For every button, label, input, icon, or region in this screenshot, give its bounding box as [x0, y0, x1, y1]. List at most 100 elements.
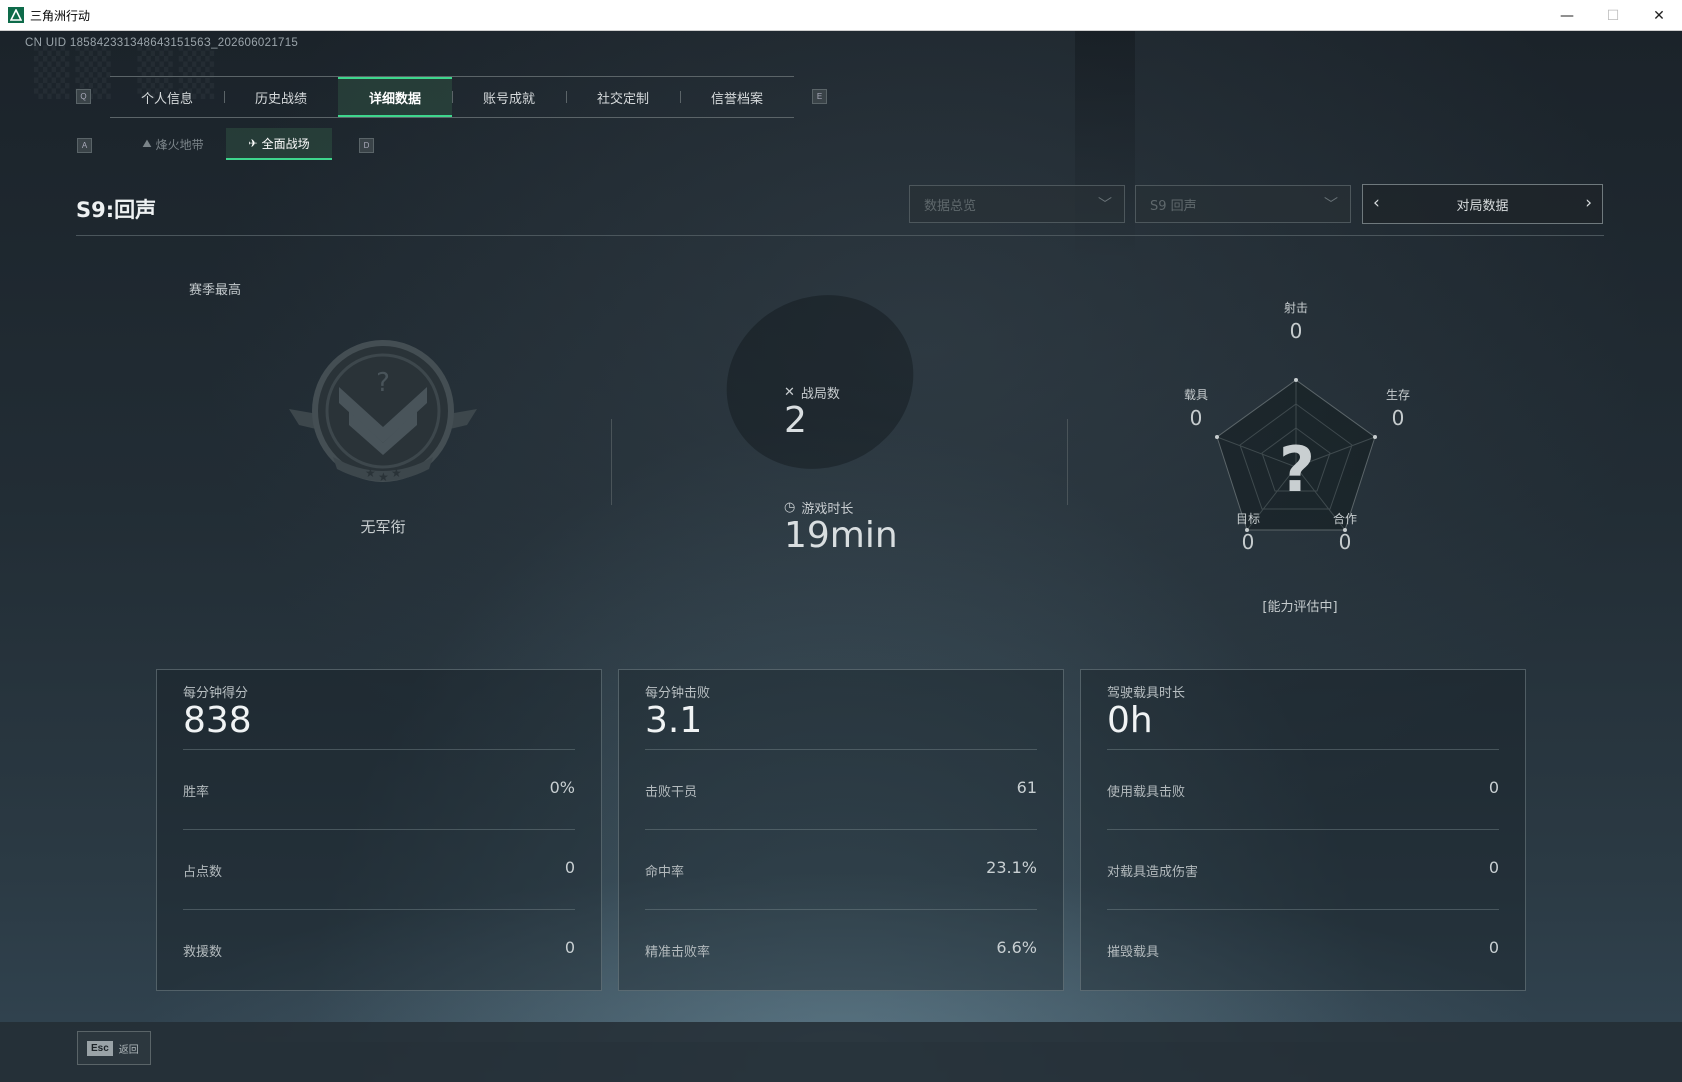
game-screen: ▒▒ ▒▒ CN UID 18584233134864315156З_20260… [0, 31, 1682, 1082]
divider [1107, 829, 1499, 830]
back-button[interactable]: Esc 返回 [77, 1031, 151, 1065]
divider [611, 419, 612, 505]
card-value: 0h [1107, 700, 1153, 741]
tab-social[interactable]: 社交定制 [566, 77, 680, 117]
tab-detailed-data[interactable]: 详细数据 [338, 77, 452, 117]
season-best-label: 赛季最高 [189, 283, 242, 298]
stat-card-vehicle: 驾驶载具时长 0h 使用载具击败 0 对载具造成伤害 0 摧毁载具 0 [1080, 669, 1526, 991]
card-value: 838 [183, 700, 252, 741]
key-hint-q: Q [76, 89, 91, 104]
dropdown-value: S9 回声 [1150, 198, 1197, 214]
row-label: 摧毁载具 [1107, 945, 1160, 960]
tab-credit[interactable]: 信誉档案 [680, 77, 794, 117]
svg-text:★: ★ [365, 466, 376, 480]
subtab-label: 烽火地带 [155, 137, 204, 152]
maximize-button[interactable]: ☐ [1590, 0, 1636, 31]
rank-emblem-mark: ? [376, 368, 390, 398]
key-hint-a: A [77, 138, 92, 153]
row-label: 使用载具击败 [1107, 785, 1186, 800]
prev-arrow-icon[interactable]: ‹ [1373, 193, 1380, 213]
background-decoration [697, 264, 943, 500]
background-decoration [1075, 31, 1135, 261]
window-title: 三角洲行动 [30, 8, 91, 23]
row-label: 胜率 [183, 785, 210, 800]
next-arrow-icon[interactable]: › [1585, 193, 1592, 213]
back-label: 返回 [118, 1044, 139, 1056]
radar-value-shooting: 0 [1289, 319, 1303, 343]
radar-label-objective: 目标 [1235, 512, 1260, 526]
rank-name: 无军衔 [360, 518, 406, 536]
clock-icon: ◷ [784, 500, 796, 515]
row-value: 0 [1488, 938, 1499, 957]
svg-text:★: ★ [391, 466, 402, 480]
minimize-button[interactable]: — [1544, 0, 1590, 31]
window-controls: — ☐ ✕ [1544, 0, 1682, 31]
overview-dropdown[interactable]: 数据总览 ﹀ [909, 185, 1125, 223]
footer-bar: Esc 返回 [0, 1022, 1682, 1082]
chevron-down-icon: ﹀ [1324, 197, 1338, 213]
tab-achievements[interactable]: 账号成就 [452, 77, 566, 117]
radar-label-cooperation: 合作 [1332, 512, 1357, 526]
radar-value-objective: 0 [1241, 530, 1255, 554]
subtab-warfare[interactable]: ✈ 全面战场 [226, 128, 332, 160]
row-value: 23.1% [986, 858, 1037, 877]
stat-card-kills: 每分钟击败 3.1 击败干员 61 命中率 23.1% 精准击败率 6.6% [618, 669, 1064, 991]
svg-text:★: ★ [378, 470, 389, 484]
card-label: 每分钟得分 [183, 686, 249, 701]
ability-status: [能力评估中] [1262, 600, 1338, 615]
tab-profile[interactable]: 个人信息 [110, 77, 224, 117]
match-data-label: 对局数据 [1456, 198, 1509, 214]
jet-icon: ✈ [248, 136, 258, 150]
season-dropdown[interactable]: S9 回声 ﹀ [1135, 185, 1351, 223]
card-value: 3.1 [645, 700, 703, 741]
main-tab-bar: 个人信息 历史战绩 详细数据 账号成就 社交定制 信誉档案 [110, 76, 794, 118]
divider [76, 235, 1604, 236]
divider [1107, 909, 1499, 910]
divider [183, 829, 575, 830]
row-label: 精准击败率 [645, 945, 711, 960]
mountain-icon: ⛰ [142, 137, 152, 150]
row-value: 0 [564, 858, 575, 877]
radar-value-vehicle: 0 [1189, 406, 1203, 430]
mode-tab-bar: ⛰ 烽火地带 ✈ 全面战场 [120, 128, 332, 160]
row-value: 0% [549, 778, 575, 797]
key-hint-e: E [812, 89, 827, 104]
card-label: 每分钟击败 [645, 686, 711, 701]
radar-label-shooting: 射击 [1283, 301, 1308, 315]
season-title: S9:回声 [76, 198, 157, 222]
match-data-selector: ‹ 对局数据 › [1362, 184, 1603, 224]
dropdown-value: 数据总览 [924, 198, 977, 214]
row-label: 救援数 [183, 945, 223, 960]
matches-value: 2 [784, 400, 807, 441]
crossed-swords-icon: ✕ [784, 385, 795, 400]
playtime-value: 19min [784, 515, 898, 556]
row-value: 0 [1488, 858, 1499, 877]
row-label: 对载具造成伤害 [1107, 865, 1199, 880]
esc-key-hint: Esc [87, 1040, 113, 1056]
radar-center-mark: ? [1279, 433, 1315, 506]
window-titlebar: 三角洲行动 — ☐ ✕ [0, 0, 1682, 31]
radar-value-cooperation: 0 [1338, 530, 1352, 554]
app-logo-icon [8, 7, 24, 23]
rank-emblem-icon: ? ★ ★ ★ [289, 340, 477, 484]
tab-history[interactable]: 历史战绩 [224, 77, 338, 117]
divider [1067, 419, 1068, 505]
divider [1107, 749, 1499, 750]
row-value: 0 [564, 938, 575, 957]
subtab-extraction[interactable]: ⛰ 烽火地带 [120, 128, 226, 160]
divider [645, 749, 1037, 750]
stat-card-score: 每分钟得分 838 胜率 0% 占点数 0 救援数 0 [156, 669, 602, 991]
radar-value-survival: 0 [1391, 406, 1405, 430]
row-label: 占点数 [183, 865, 223, 880]
row-value: 0 [1488, 778, 1499, 797]
divider [183, 749, 575, 750]
ability-radar-chart: ? [1215, 378, 1377, 532]
close-button[interactable]: ✕ [1636, 0, 1682, 31]
row-label: 命中率 [645, 865, 685, 880]
radar-label-survival: 生存 [1385, 388, 1410, 402]
subtab-label: 全面战场 [261, 136, 310, 151]
row-value: 61 [1016, 778, 1037, 797]
chevron-down-icon: ﹀ [1098, 197, 1112, 213]
card-label: 驾驶载具时长 [1107, 686, 1186, 701]
row-label: 击败干员 [645, 785, 698, 800]
